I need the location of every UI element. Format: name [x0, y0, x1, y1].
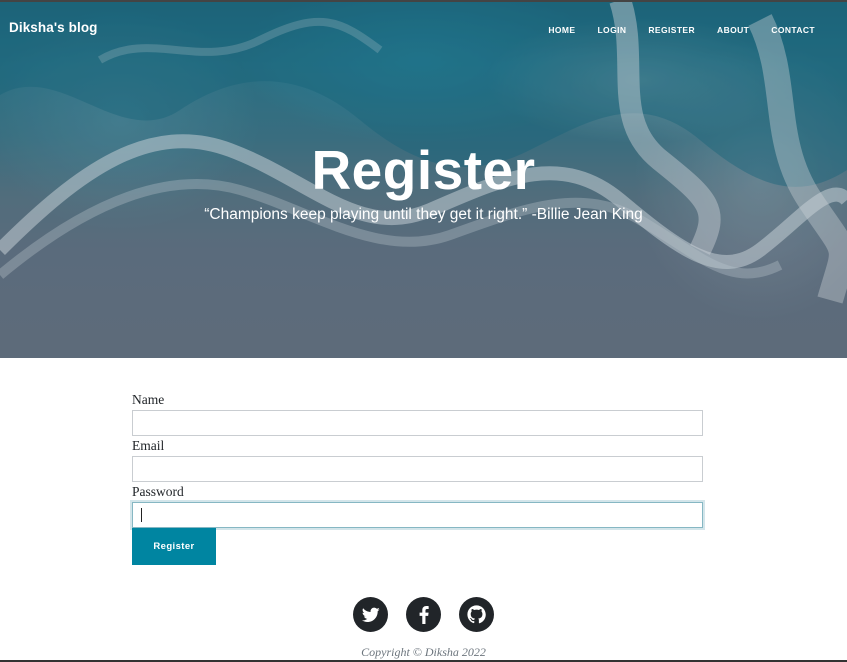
password-row — [132, 502, 704, 528]
copyright-text: Copyright © Diksha 2022 — [361, 645, 486, 659]
github-icon — [467, 605, 486, 624]
password-field[interactable] — [132, 502, 703, 528]
page-subheading-quote: “Champions keep playing until they get i… — [204, 206, 643, 223]
name-label: Name — [132, 392, 165, 407]
text-cursor — [141, 508, 142, 522]
name-row — [132, 410, 704, 436]
nav-contact[interactable]: CONTACT — [771, 25, 815, 35]
name-field[interactable] — [132, 410, 703, 436]
nav-login[interactable]: LOGIN — [597, 25, 626, 35]
register-button[interactable]: Register — [132, 528, 216, 565]
twitter-icon — [361, 607, 380, 622]
nav-register[interactable]: REGISTER — [648, 25, 695, 35]
email-field[interactable] — [132, 456, 703, 482]
github-link[interactable] — [459, 597, 494, 632]
page-title: Register — [311, 139, 536, 201]
social-links — [0, 597, 847, 632]
register-form: Name Email Password — [132, 390, 704, 528]
password-label: Password — [132, 484, 184, 499]
email-label: Email — [132, 438, 165, 453]
nav-about[interactable]: ABOUT — [717, 25, 749, 35]
main-nav: HOME LOGIN REGISTER ABOUT CONTACT — [526, 25, 815, 35]
window-top-border — [0, 0, 847, 2]
facebook-link[interactable] — [406, 597, 441, 632]
nav-home[interactable]: HOME — [548, 25, 575, 35]
header-hero: Diksha's blog HOME LOGIN REGISTER ABOUT … — [0, 0, 847, 358]
email-row — [132, 456, 704, 482]
site-brand[interactable]: Diksha's blog — [9, 20, 98, 35]
facebook-icon — [419, 605, 429, 624]
twitter-link[interactable] — [353, 597, 388, 632]
